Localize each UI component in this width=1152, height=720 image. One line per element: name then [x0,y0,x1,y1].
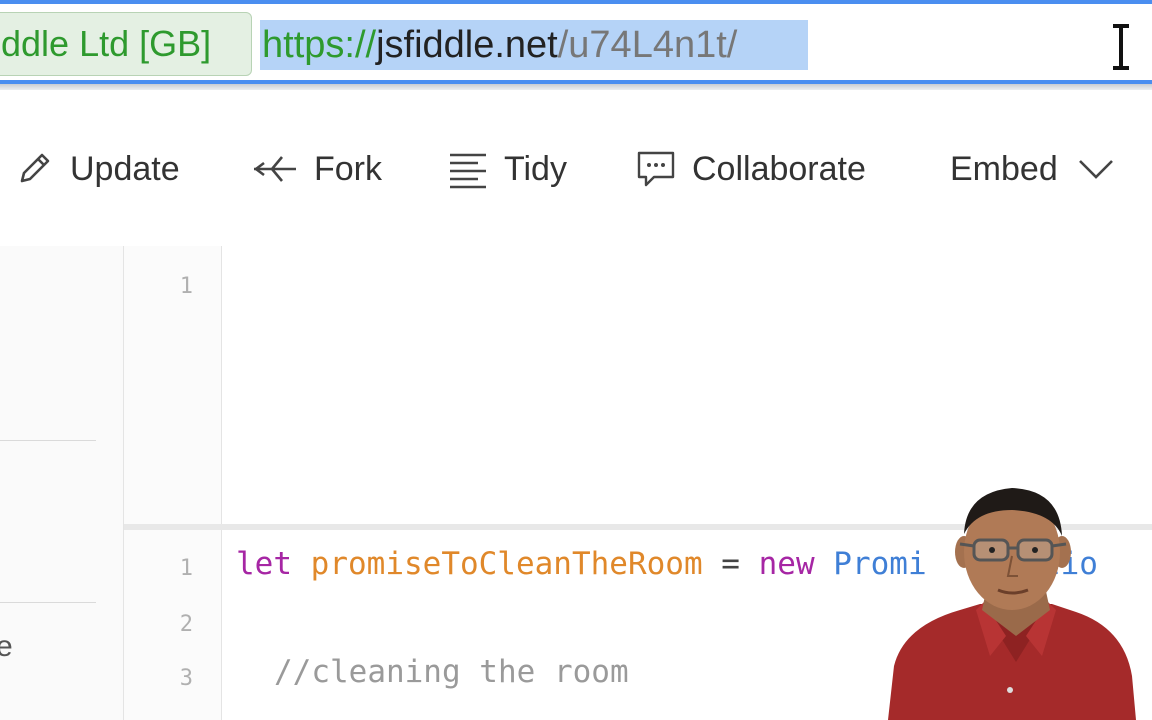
fork-button-label: Fork [314,149,382,188]
update-button[interactable]: Update [14,144,180,194]
chat-bubble-icon [637,151,675,187]
line-number: 1 [179,556,193,581]
text-cursor-icon [1112,22,1130,72]
line-number: 1 [179,274,193,299]
update-button-label: Update [70,149,180,188]
url-path: /u74L4n1t/ [557,24,738,66]
collaborate-button-label: Collaborate [692,149,866,188]
line-number: 3 [179,666,193,691]
url-host: jsfiddle.net [376,24,558,66]
collaborate-button[interactable]: Collaborate [636,144,866,194]
pencil-icon [20,153,50,183]
code-comment: //cleaning the room [274,654,629,690]
sidebar-divider [0,602,96,603]
presenter-webcam-overlay [888,488,1136,720]
align-left-icon [450,153,486,189]
url-scheme: https:// [262,24,377,66]
fork-button[interactable]: Fork [252,144,382,194]
variable-name: promiseToCleanTheRoom [310,546,703,582]
keyword-new: new [758,546,815,582]
jsfiddle-toolbar: Update Fork Tidy Collaborate Embed [0,90,1152,246]
embed-button[interactable]: Embed [950,144,1114,194]
html-editor-gutter: 1 [124,246,222,524]
js-editor-gutter: 1 2 3 [124,530,222,720]
code-line-3: //cleaning the room [274,654,629,690]
html-editor[interactable]: 1 [124,246,1152,524]
browser-address-bar[interactable]: ddle Ltd [GB] https://jsfiddle.net/u74L4… [0,0,1152,84]
fork-icon [253,156,296,182]
ev-certificate-badge[interactable]: ddle Ltd [GB] [0,12,252,76]
line-number: 2 [179,612,193,637]
embed-button-label: Embed [950,149,1058,188]
operator-assign: = [721,546,740,582]
keyword-let: let [236,546,292,582]
sidebar-divider [0,440,96,441]
tidy-button[interactable]: Tidy [448,144,567,194]
sidebar-partial-text: e [0,630,13,663]
left-sidebar: e [0,246,124,720]
chevron-down-icon [1078,160,1113,179]
tidy-button-label: Tidy [504,149,567,188]
url-field[interactable]: https://jsfiddle.net/u74L4n1t/ [262,18,737,72]
